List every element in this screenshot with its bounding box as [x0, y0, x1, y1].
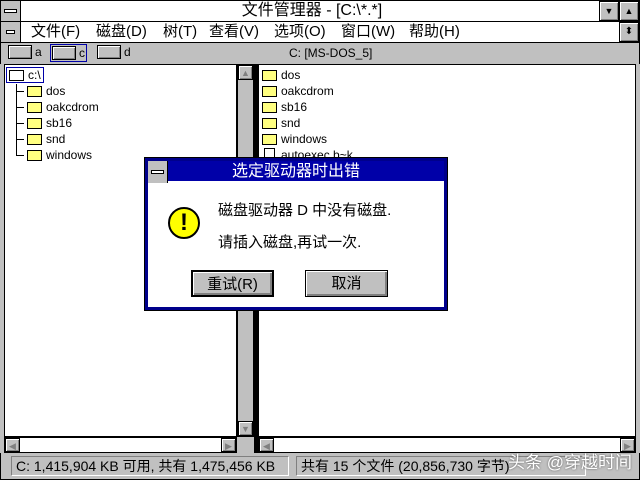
folder-icon: [27, 101, 42, 113]
scroll-left-arrow-icon[interactable]: ◀: [259, 438, 274, 452]
folder-icon: [262, 85, 277, 97]
file-item[interactable]: oakcdrom: [262, 83, 334, 99]
tree-label: snd: [46, 132, 66, 146]
tree-root[interactable]: c:\: [6, 67, 44, 83]
tree-item[interactable]: snd: [27, 131, 65, 147]
folder-icon: [27, 85, 42, 97]
cdrom-drive-icon: [97, 45, 121, 59]
volume-label: C: [MS-DOS_5]: [289, 46, 373, 60]
restore-button[interactable]: ⬍: [619, 22, 639, 42]
window-title: 文件管理器 - [C:\*.*]: [241, 2, 383, 19]
open-folder-icon: [9, 69, 24, 81]
file-name: windows: [281, 132, 328, 146]
floppy-drive-icon: [8, 45, 32, 59]
dialog-message-line2: 请插入磁盘,再试一次.: [218, 234, 362, 251]
file-name: oakcdrom: [281, 84, 334, 98]
menu-file[interactable]: 文件(F): [31, 22, 80, 42]
folder-icon: [27, 149, 42, 161]
scroll-right-arrow-icon[interactable]: ▶: [221, 438, 236, 452]
drive-a[interactable]: a: [8, 45, 42, 59]
file-name: snd: [281, 116, 301, 130]
folder-icon: [262, 133, 277, 145]
folder-icon: [27, 117, 42, 129]
tree-label: oakcdrom: [46, 100, 99, 114]
file-name: dos: [281, 68, 301, 82]
menu-disk[interactable]: 磁盘(D): [96, 22, 147, 42]
file-item[interactable]: snd: [262, 115, 300, 131]
menu-help[interactable]: 帮助(H): [409, 22, 460, 42]
tree-label: dos: [46, 84, 66, 98]
file-item[interactable]: dos: [262, 67, 300, 83]
drive-letter: a: [35, 45, 42, 59]
tree-label: c:\: [28, 68, 41, 82]
retry-button[interactable]: 重试(R): [191, 270, 274, 297]
watermark: 头条 @穿越时间: [508, 453, 632, 472]
document-system-menu-button[interactable]: [1, 22, 21, 42]
system-menu-button[interactable]: [1, 1, 21, 21]
drive-letter: d: [124, 45, 131, 59]
maximize-button[interactable]: ▲: [619, 1, 639, 21]
drive-d[interactable]: d: [97, 45, 131, 59]
status-disk-space: C: 1,415,904 KB 可用, 共有 1,475,456 KB: [11, 456, 289, 476]
tree-item[interactable]: windows: [27, 147, 92, 163]
file-item[interactable]: sb16: [262, 99, 307, 115]
menu-view[interactable]: 查看(V): [209, 22, 259, 42]
minimize-button[interactable]: ▼: [599, 1, 619, 21]
error-dialog: 选定驱动器时出错 ! 磁盘驱动器 D 中没有磁盘. 请插入磁盘,再试一次. 重试…: [144, 157, 448, 311]
tree-item[interactable]: sb16: [27, 115, 72, 131]
tree-label: sb16: [46, 116, 73, 130]
hard-drive-icon: [52, 46, 76, 60]
scroll-left-arrow-icon[interactable]: ◀: [5, 438, 20, 452]
cancel-button[interactable]: 取消: [305, 270, 388, 297]
drive-letter: c: [79, 46, 85, 60]
menu-bar: 文件(F) 磁盘(D) 树(T) 查看(V) 选项(O) 窗口(W) 帮助(H)…: [0, 21, 640, 43]
file-name: sb16: [281, 100, 308, 114]
folder-icon: [262, 69, 277, 81]
menu-window[interactable]: 窗口(W): [341, 22, 395, 42]
tree-item[interactable]: dos: [27, 83, 65, 99]
tree-item[interactable]: oakcdrom: [27, 99, 99, 115]
dialog-message-line1: 磁盘驱动器 D 中没有磁盘.: [218, 202, 392, 219]
menu-tree[interactable]: 树(T): [163, 22, 197, 42]
drive-bar: a c d C: [MS-DOS_5]: [0, 43, 640, 64]
file-item[interactable]: windows: [262, 131, 327, 147]
folder-icon: [262, 101, 277, 113]
drive-c[interactable]: c: [50, 44, 87, 62]
folder-icon: [262, 117, 277, 129]
folder-icon: [27, 133, 42, 145]
tree-label: windows: [46, 148, 93, 162]
scroll-down-arrow-icon[interactable]: ▼: [238, 421, 253, 436]
scroll-up-arrow-icon[interactable]: ▲: [238, 65, 253, 80]
menu-options[interactable]: 选项(O): [274, 22, 326, 42]
dialog-title: 选定驱动器时出错: [148, 161, 444, 183]
warning-icon: !: [168, 207, 200, 239]
title-bar: 文件管理器 - [C:\*.*] ▼ ▲: [0, 0, 640, 22]
dialog-system-menu-button[interactable]: [148, 161, 168, 183]
tree-horizontal-scrollbar[interactable]: ◀ ▶: [4, 437, 237, 453]
